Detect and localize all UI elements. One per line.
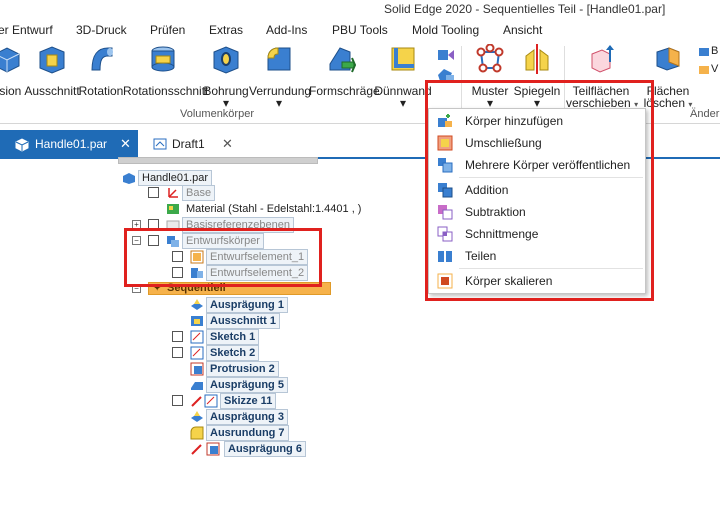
- edge-tool-v-icon[interactable]: [698, 64, 710, 76]
- sketch-icon: [204, 394, 218, 408]
- part-file-icon: [15, 138, 29, 152]
- sketch-1-checkbox[interactable]: [172, 331, 183, 342]
- title-bar: Solid Edge 2020 - Sequentielles Teil - […: [0, 0, 720, 20]
- bohrung-button[interactable]: Bohrung ▾: [203, 40, 249, 110]
- base-checkbox[interactable]: [148, 187, 159, 198]
- formschraege-label: Formschräge: [309, 84, 380, 98]
- rotation-label: Rotation: [78, 84, 124, 98]
- duennwand-dropdown-icon[interactable]: ▾: [373, 96, 433, 110]
- tab-pbu-tools[interactable]: PBU Tools: [332, 23, 388, 37]
- skizze-11-checkbox[interactable]: [172, 395, 183, 406]
- rotationsschnitt-button[interactable]: Rotationsschnitt: [123, 40, 209, 104]
- material-icon: [167, 204, 179, 214]
- rotation-button[interactable]: Rotation: [78, 40, 124, 104]
- tab-ansicht[interactable]: Ansicht: [503, 23, 542, 37]
- coordinate-system-icon: [168, 188, 178, 198]
- doc-tab-handle01-label: Handle01.par: [35, 137, 108, 151]
- ausschnitt-icon: [39, 46, 65, 74]
- tree-feature-label: Sketch 1: [206, 329, 260, 345]
- protrusion-label: usion: [0, 84, 22, 98]
- tree-feature-label: Ausprägung 1: [206, 297, 288, 313]
- verrundung-button[interactable]: Verrundung ▾: [249, 40, 311, 110]
- ausschnitt-button[interactable]: Ausschnitt: [24, 40, 80, 104]
- pencil-icon: [191, 444, 202, 455]
- rotationsschnitt-icon: [151, 46, 175, 72]
- duennwand-button[interactable]: Dünnwand ▾: [373, 40, 433, 110]
- highlight-frame-menu: [425, 80, 654, 301]
- window-title: Solid Edge 2020 - Sequentielles Teil - […: [384, 2, 666, 16]
- protrusion-feature-icon: [206, 442, 220, 456]
- edge-tool-b-icon[interactable]: [698, 46, 710, 58]
- teilflaechen-verschieben-icon: [591, 45, 614, 73]
- verrundung-icon: [267, 47, 291, 71]
- sketch-icon: [190, 346, 204, 360]
- tree-base-label: Base: [182, 185, 216, 201]
- muster-icon: [476, 44, 504, 73]
- rotation-icon: [91, 47, 113, 71]
- tree-material-label: Material (Stahl - Edelstahl:1.4401 , ): [182, 201, 366, 217]
- tree-feature-label: Sketch 2: [206, 345, 260, 361]
- tab-extras[interactable]: Extras: [209, 23, 243, 37]
- tree-feature-label: Ausprägung 6: [224, 441, 306, 457]
- tab-add-ins[interactable]: Add-Ins: [266, 23, 307, 37]
- tree-feature-label: Ausprägung 3: [206, 409, 288, 425]
- tab-pruefen[interactable]: Prüfen: [150, 23, 185, 37]
- tab-mold-tooling[interactable]: Mold Tooling: [412, 23, 479, 37]
- formschraege-icon: [329, 47, 356, 73]
- pencil-icon: [191, 396, 202, 407]
- tree-resize-handle[interactable]: [118, 157, 318, 164]
- tree-root-label: Handle01.par: [138, 170, 213, 186]
- tree-feature-label: Ausrundung 7: [206, 425, 289, 441]
- close-icon[interactable]: ✕: [222, 136, 233, 152]
- duennwand-icon: [391, 47, 415, 71]
- protrusion-button[interactable]: usion: [0, 40, 22, 104]
- tree-feature-label: Ausprägung 5: [206, 377, 288, 393]
- part-file-icon: [123, 173, 135, 184]
- sketch-icon: [190, 330, 204, 344]
- tree-feature-label: Protrusion 2: [206, 361, 279, 377]
- tab-3d-druck[interactable]: 3D-Druck: [76, 23, 127, 37]
- tab-entwurf[interactable]: er Entwurf: [0, 23, 53, 37]
- flaechen-loeschen-icon: [656, 47, 680, 71]
- protrusion-icon: [0, 47, 20, 73]
- tree-feature-label: Skizze 11: [220, 393, 277, 409]
- spiegeln-icon: [525, 44, 549, 74]
- doc-tab-handle01[interactable]: Handle01.par ✕: [0, 130, 138, 158]
- extrude-feature-icon: [191, 382, 203, 390]
- extrude-feature-icon: [191, 299, 203, 310]
- edge-tool-v-label: V: [711, 63, 719, 75]
- draft-file-icon: [153, 138, 167, 150]
- extrude-feature-icon: [191, 411, 203, 422]
- close-icon[interactable]: ✕: [120, 136, 131, 152]
- group-label-volumenkoerper: Volumenkörper: [180, 108, 254, 120]
- formschraege-button[interactable]: Formschräge: [309, 40, 380, 104]
- sketch-2-checkbox[interactable]: [172, 347, 183, 358]
- doc-tab-draft1-label: Draft1: [172, 137, 205, 151]
- group-label-aender: Änder: [690, 108, 720, 120]
- cutout-feature-icon: [191, 316, 203, 326]
- verrundung-dropdown-icon[interactable]: ▾: [249, 96, 309, 110]
- round-feature-icon: [190, 426, 204, 440]
- rotationsschnitt-label: Rotationsschnitt: [123, 84, 209, 98]
- addition-small-icon[interactable]: [436, 46, 456, 64]
- protrusion-feature-icon: [190, 362, 204, 376]
- edge-tool-b-label: B: [711, 45, 719, 57]
- ausschnitt-label: Ausschnitt: [24, 84, 80, 98]
- bohrung-icon: [213, 46, 239, 74]
- tree-feature-label: Ausschnitt 1: [206, 313, 281, 329]
- ribbon-tabs: er Entwurf 3D-Druck Prüfen Extras Add-In…: [0, 20, 720, 40]
- highlight-frame-tree: [124, 228, 322, 287]
